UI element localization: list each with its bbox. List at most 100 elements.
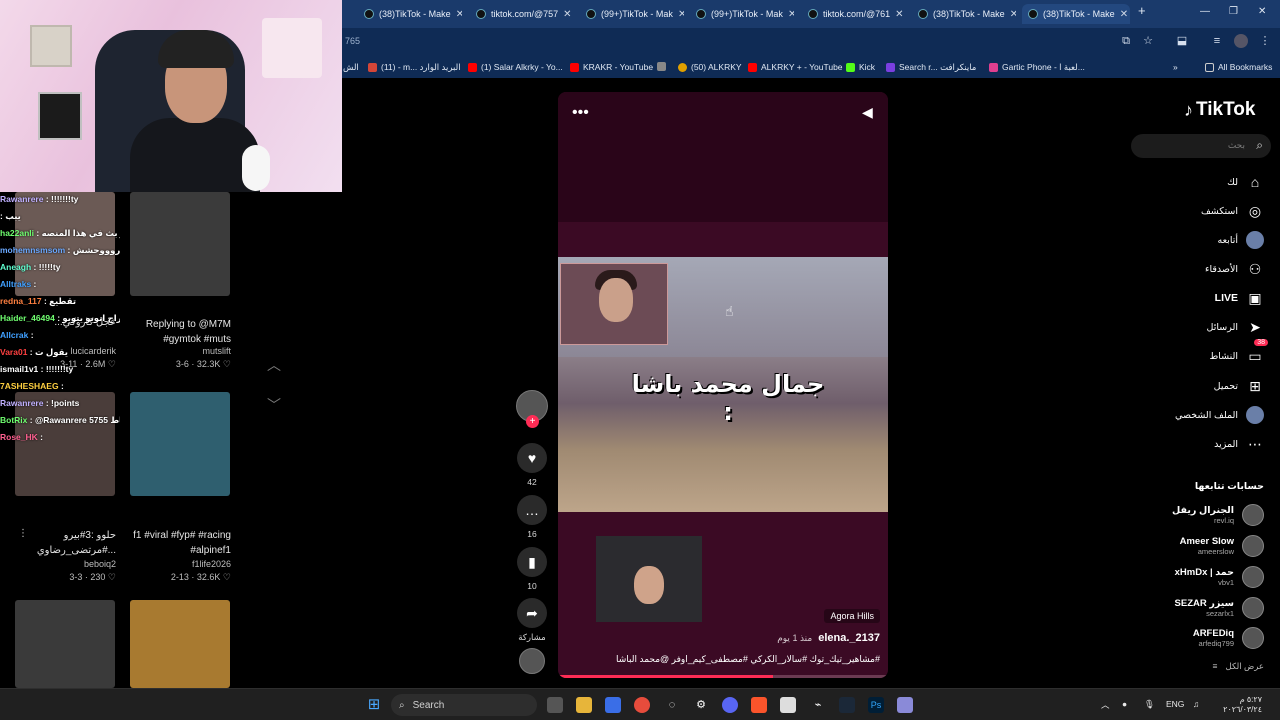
avatar[interactable] <box>1242 597 1264 619</box>
sound-avatar[interactable] <box>513 648 551 674</box>
browser-tab[interactable]: tiktok.com/@757 ✕ <box>470 4 574 24</box>
close-icon[interactable]: ✕ <box>1010 9 1016 20</box>
chat-username[interactable]: ha22anli <box>0 228 34 238</box>
video-caption[interactable]: Replying to @M7M #gymtok #muts <box>131 317 231 347</box>
like-button[interactable]: ♥ 42 <box>513 443 551 487</box>
bookmark[interactable]: KRAKR - YouTube <box>570 62 653 72</box>
video-author[interactable]: f1life2026 <box>131 559 231 569</box>
video-caption[interactable]: f1 #viral #fyp# #racing #alpinef1 <box>131 528 231 558</box>
photoshop-icon[interactable]: Ps <box>868 697 884 713</box>
comment-icon[interactable]: … <box>517 495 547 525</box>
nav-item[interactable]: أتابعه <box>1218 229 1264 251</box>
language-indicator[interactable]: ENG <box>1166 699 1184 709</box>
avatar[interactable] <box>1242 627 1264 649</box>
creator-avatar[interactable]: + <box>513 390 551 428</box>
all-bookmarks[interactable]: All Bookmarks <box>1205 62 1272 72</box>
chevron-more-icon[interactable]: » <box>1173 62 1178 72</box>
video-caption[interactable]: حلوو :3#بيرو #مرتضى_رضاوي... <box>20 528 116 558</box>
chat-username[interactable]: Allcrak <box>0 330 28 340</box>
bookmark[interactable]: الش <box>343 62 359 73</box>
task-view-icon[interactable] <box>547 697 563 713</box>
video-thumbnail[interactable] <box>15 600 115 688</box>
following-account[interactable]: Ameer Slow ameerslow <box>1180 532 1264 560</box>
video-author-line[interactable]: منذ 1 يوم elena._2137 <box>777 632 880 644</box>
chat-username[interactable]: Vara01 <box>0 347 27 357</box>
close-icon[interactable]: ✕ <box>678 9 684 20</box>
chat-username[interactable]: mohemnsmsom <box>0 245 65 255</box>
profile-avatar-icon[interactable] <box>1234 34 1248 48</box>
tiktok-logo[interactable]: ♪ TikTok <box>1184 99 1255 121</box>
bookmark[interactable]: (11) - m... البريد الوارد <box>368 62 461 73</box>
video-description[interactable]: #مشاهير_تيك_توك #سالار_الكركي #مصطفى_كيم… <box>616 654 880 665</box>
nav-item[interactable]: تحميل ⊞ <box>1214 375 1264 397</box>
url-text[interactable]: 765 <box>345 36 360 46</box>
window-close-icon[interactable]: ✕ <box>1258 6 1266 17</box>
video-author[interactable]: mutslift <box>131 346 231 356</box>
avatar[interactable] <box>1242 535 1264 557</box>
store-icon[interactable] <box>605 697 621 713</box>
speaker-icon[interactable]: ♫ <box>1193 699 1199 709</box>
obs-icon[interactable]: ◌ <box>664 697 680 713</box>
bookmark[interactable]: ALKRKY + - YouTube <box>748 62 843 72</box>
chat-username[interactable]: Rawanrere <box>0 194 43 204</box>
heart-icon[interactable]: ♥ <box>517 443 547 473</box>
nav-item[interactable]: لك ⌂ <box>1227 171 1264 193</box>
save-button[interactable]: ▮ 10 <box>513 547 551 591</box>
video-player[interactable]: جمال محمد باشا : ••• ◀ Agora Hills منذ 1… <box>558 92 888 678</box>
cast-icon[interactable]: ⧉ <box>1119 34 1133 48</box>
following-account[interactable]: ARFEDiq arfediq799 <box>1193 624 1264 652</box>
browser-tab[interactable]: (38)TikTok - Make ✕ <box>358 4 462 24</box>
steam-icon[interactable] <box>839 697 855 713</box>
comment-button[interactable]: … 16 <box>513 495 551 539</box>
browser-tab[interactable]: (38)TikTok - Make ✕ <box>912 4 1016 24</box>
close-icon[interactable]: ✕ <box>456 9 462 20</box>
chat-username[interactable]: Rawanrere <box>0 398 43 408</box>
following-account[interactable]: SEZAR سيزر sezarlx1 <box>1175 594 1264 622</box>
bookmark[interactable]: (1) Salar Alkrky - Yo... <box>468 62 563 72</box>
menu-icon[interactable]: ⋮ <box>1258 34 1272 48</box>
nav-item[interactable]: الملف الشخصي <box>1175 404 1264 426</box>
clock[interactable]: ٥:٢٧ م ٢٠٢٦/٠٣/٢٤ <box>1212 695 1262 715</box>
chat-username[interactable]: redna_117 <box>0 296 42 306</box>
scroll-up-icon[interactable]: ︿ <box>262 353 286 377</box>
follow-plus-icon[interactable]: + <box>526 415 539 428</box>
chat-username[interactable]: ismail1v1 <box>0 364 38 374</box>
video-author[interactable]: beboiq2 <box>20 559 116 569</box>
share-button[interactable]: ➦ مشاركة <box>513 598 551 643</box>
video-thumbnail[interactable] <box>130 600 230 688</box>
tray-app-icon[interactable]: ● <box>1122 699 1127 709</box>
music-disc-icon[interactable] <box>519 648 545 674</box>
nav-item[interactable]: استكشف ◎ <box>1201 200 1264 222</box>
music-tag[interactable]: Agora Hills <box>824 609 880 623</box>
minimize-icon[interactable]: — <box>1200 6 1210 17</box>
bookmark[interactable]: Kick <box>846 62 875 72</box>
file-explorer-icon[interactable] <box>576 697 592 713</box>
search-icon[interactable]: ⌕ <box>1256 138 1263 153</box>
chat-username[interactable]: Rose_HK <box>0 432 38 442</box>
tray-chevron-icon[interactable]: ︿ <box>1101 699 1110 711</box>
settings-gear-icon[interactable]: ⚙ <box>693 697 709 713</box>
nav-item[interactable]: الأصدقاء ⚇ <box>1205 258 1264 280</box>
close-icon[interactable]: ✕ <box>563 9 571 20</box>
following-account[interactable]: الجنرال ريفل revl.iq <box>1172 501 1264 529</box>
nav-item[interactable]: LIVE ▣ <box>1215 287 1264 309</box>
notepad-icon[interactable] <box>780 697 796 713</box>
bookmark[interactable] <box>657 62 666 71</box>
browser-tab[interactable]: (99+)TikTok - Mak ✕ <box>690 4 794 24</box>
search-input[interactable]: بحث ⌕ <box>1131 134 1271 158</box>
extensions-icon[interactable]: ⬓ <box>1175 34 1189 48</box>
avatar[interactable] <box>1242 566 1264 588</box>
progress-bar[interactable] <box>558 675 888 678</box>
close-icon[interactable]: ✕ <box>788 9 794 20</box>
avatar[interactable] <box>1242 504 1264 526</box>
more-options-icon[interactable]: ••• <box>572 104 589 122</box>
chat-username[interactable]: Alltraks <box>0 279 31 289</box>
terminal-icon[interactable]: ⌁ <box>810 697 826 713</box>
browser-tab[interactable]: (99+)TikTok - Mak ✕ <box>580 4 684 24</box>
bookmark[interactable]: Search r... ماينكرافت <box>886 62 976 73</box>
chat-username[interactable]: Aneagh <box>0 262 31 272</box>
close-icon[interactable]: ✕ <box>1120 9 1128 20</box>
following-account[interactable]: xHmDx | حمد vbv1 <box>1175 563 1264 591</box>
windows-start-icon[interactable]: ⊞ <box>366 697 382 713</box>
new-tab-button[interactable]: + <box>1138 3 1146 18</box>
